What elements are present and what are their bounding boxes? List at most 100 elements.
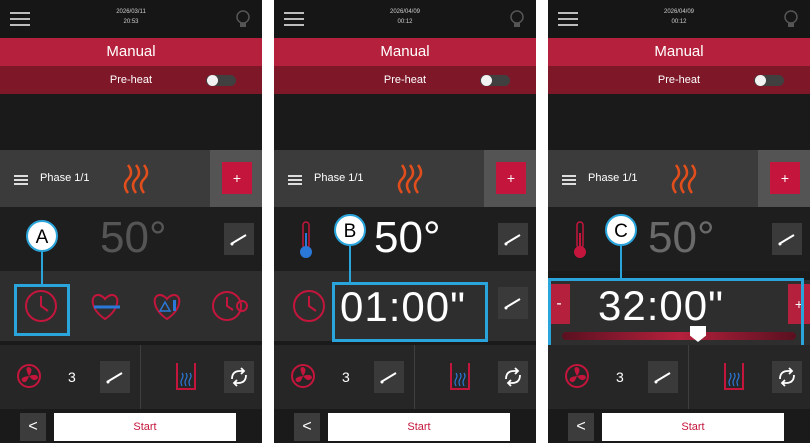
edit-icon bbox=[504, 234, 521, 246]
delta-probe-icon[interactable] bbox=[146, 285, 188, 327]
list-icon[interactable] bbox=[562, 175, 576, 185]
fan-speed-value: 3 bbox=[68, 369, 76, 385]
cycle-icon bbox=[505, 367, 521, 387]
add-phase-area: + bbox=[484, 150, 536, 207]
cycle-icon bbox=[779, 367, 795, 387]
list-icon[interactable] bbox=[14, 175, 28, 185]
screen-panel-c: 2026/04/09 00:12 Manual Pre-heat Phase 1… bbox=[548, 0, 810, 443]
preheat-toggle[interactable] bbox=[206, 75, 236, 86]
bottom-controls: 3 bbox=[548, 345, 810, 409]
date-text: 2026/04/09 bbox=[663, 9, 695, 15]
toggle-knob bbox=[207, 75, 218, 86]
phase-row: Phase 1/1 + bbox=[274, 150, 536, 207]
vent-icon[interactable] bbox=[450, 362, 470, 390]
vent-icon[interactable] bbox=[724, 362, 744, 390]
date-text: 2026/03/11 bbox=[116, 9, 146, 15]
bulb-icon[interactable] bbox=[508, 9, 526, 29]
clock-highlight bbox=[14, 284, 70, 336]
edit-icon bbox=[504, 298, 521, 310]
fan-edit-button[interactable] bbox=[100, 361, 130, 393]
fan-icon[interactable] bbox=[16, 363, 42, 389]
preheat-toggle[interactable] bbox=[754, 75, 784, 86]
edit-icon bbox=[380, 372, 397, 384]
top-bar: 2026/04/09 00:12 bbox=[548, 0, 810, 38]
callout-line bbox=[349, 244, 351, 282]
date-text: 2026/04/09 bbox=[389, 9, 421, 15]
temperature-value[interactable]: 50° bbox=[100, 213, 167, 263]
heat-waves-icon bbox=[123, 164, 149, 194]
callout-a: A bbox=[26, 220, 58, 252]
time-highlight bbox=[332, 282, 488, 342]
fan-edit-button[interactable] bbox=[648, 361, 678, 393]
temperature-value[interactable]: 50° bbox=[648, 213, 715, 263]
edit-icon bbox=[230, 234, 247, 246]
phase-row: Phase 1/1 + bbox=[548, 150, 810, 207]
mode-title: Manual bbox=[274, 38, 536, 66]
temperature-value[interactable]: 50° bbox=[374, 213, 441, 263]
start-button[interactable]: Start bbox=[54, 413, 236, 441]
fan-icon[interactable] bbox=[564, 363, 590, 389]
cycle-button[interactable] bbox=[772, 361, 802, 393]
preheat-toggle[interactable] bbox=[480, 75, 510, 86]
heat-waves-icon bbox=[671, 164, 697, 194]
clock-icon[interactable] bbox=[288, 285, 330, 327]
temperature-edit-button[interactable] bbox=[772, 223, 802, 255]
add-phase-button[interactable]: + bbox=[496, 162, 526, 194]
list-icon[interactable] bbox=[288, 175, 302, 185]
callout-b: B bbox=[334, 214, 366, 246]
start-button[interactable]: Start bbox=[602, 413, 784, 441]
cook-hold-icon[interactable] bbox=[208, 285, 250, 327]
fan-edit-button[interactable] bbox=[374, 361, 404, 393]
back-button[interactable]: < bbox=[20, 413, 46, 441]
add-phase-button[interactable]: + bbox=[770, 162, 800, 194]
preheat-bar: Pre-heat bbox=[0, 66, 262, 94]
time-text: 00:12 bbox=[397, 19, 413, 25]
bottom-controls: 3 bbox=[274, 345, 536, 409]
cycle-button[interactable] bbox=[498, 361, 528, 393]
temperature-row: 50° bbox=[274, 207, 536, 271]
add-phase-button[interactable]: + bbox=[222, 162, 252, 194]
bulb-icon[interactable] bbox=[782, 9, 800, 29]
temperature-edit-button[interactable] bbox=[498, 223, 528, 255]
fan-icon[interactable] bbox=[290, 363, 316, 389]
time-text: 00:12 bbox=[671, 19, 687, 25]
top-bar: 2026/04/09 00:12 bbox=[274, 0, 536, 38]
temperature-edit-button[interactable] bbox=[224, 223, 254, 255]
phase-label: Phase 1/1 bbox=[588, 172, 638, 184]
callout-c: C bbox=[605, 214, 637, 246]
datetime: 2026/03/11 20:53 bbox=[0, 7, 262, 27]
cycle-icon bbox=[231, 367, 247, 387]
stepper-highlight bbox=[548, 278, 804, 354]
fan-speed-value: 3 bbox=[616, 369, 624, 385]
footer: < Start bbox=[548, 409, 810, 443]
fan-speed-value: 3 bbox=[342, 369, 350, 385]
time-edit-button[interactable] bbox=[498, 287, 528, 319]
edit-icon bbox=[106, 372, 123, 384]
datetime: 2026/04/09 00:12 bbox=[548, 7, 810, 27]
callout-line bbox=[41, 248, 43, 284]
phase-label: Phase 1/1 bbox=[40, 172, 90, 184]
toggle-knob bbox=[755, 75, 766, 86]
mode-title: Manual bbox=[0, 38, 262, 66]
callout-line bbox=[620, 244, 622, 278]
vent-icon[interactable] bbox=[176, 362, 196, 390]
back-button[interactable]: < bbox=[294, 413, 320, 441]
preheat-bar: Pre-heat bbox=[548, 66, 810, 94]
toggle-knob bbox=[481, 75, 492, 86]
cycle-button[interactable] bbox=[224, 361, 254, 393]
mode-title: Manual bbox=[548, 38, 810, 66]
preheat-bar: Pre-heat bbox=[274, 66, 536, 94]
start-button[interactable]: Start bbox=[328, 413, 510, 441]
bulb-icon[interactable] bbox=[234, 9, 252, 29]
heart-probe-icon[interactable] bbox=[84, 285, 126, 327]
phase-row: Phase 1/1 + bbox=[0, 150, 262, 207]
edit-icon bbox=[778, 234, 795, 246]
top-bar: 2026/03/11 20:53 bbox=[0, 0, 262, 38]
footer: < Start bbox=[274, 409, 536, 443]
temperature-row: 50° bbox=[548, 207, 810, 271]
bottom-controls: 3 bbox=[0, 345, 262, 409]
phase-label: Phase 1/1 bbox=[314, 172, 364, 184]
thermometer-icon bbox=[574, 221, 586, 258]
back-button[interactable]: < bbox=[568, 413, 594, 441]
footer: < Start bbox=[0, 409, 262, 443]
